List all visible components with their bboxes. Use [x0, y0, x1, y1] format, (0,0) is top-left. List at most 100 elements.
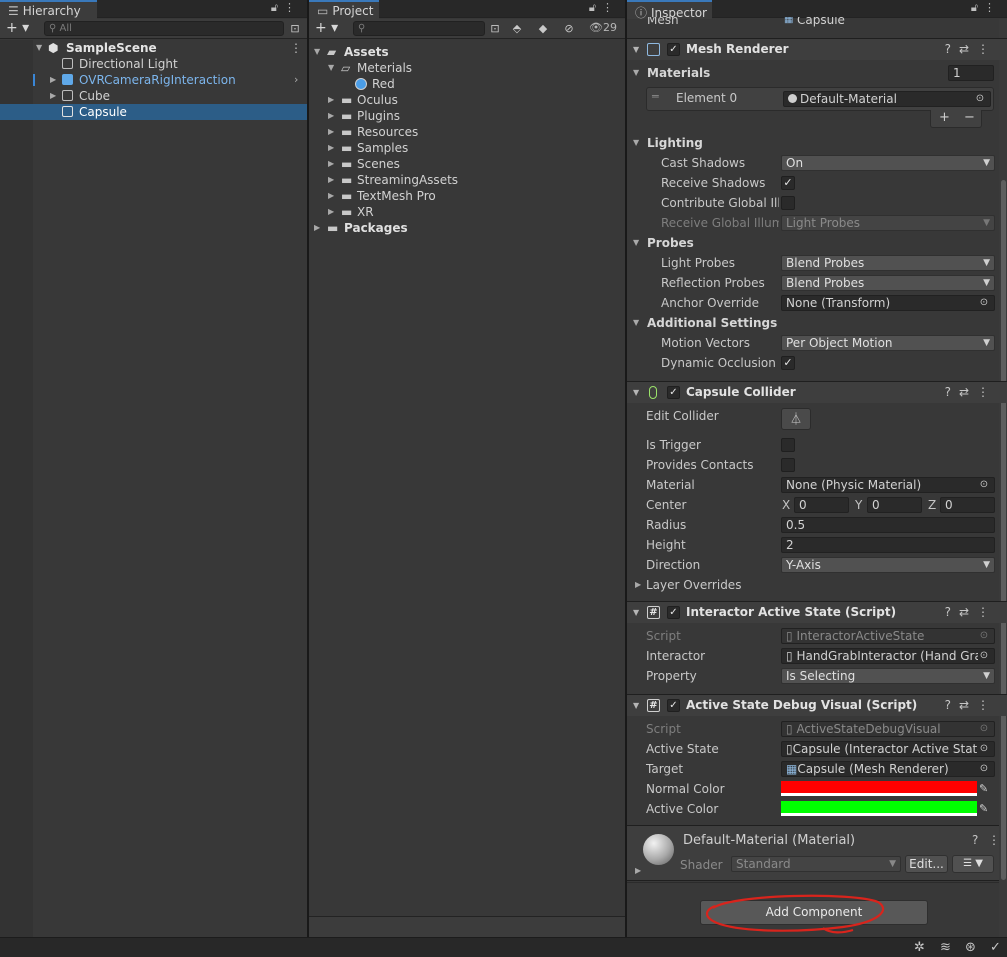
- capsule-collider-header[interactable]: ▼ ✓ Capsule Collider ?⇄⋮: [627, 381, 1007, 403]
- folder-row[interactable]: ▶ ▬ Samples: [309, 140, 625, 156]
- expand-arrow-icon[interactable]: ▶: [50, 72, 56, 88]
- component-tools[interactable]: ?⇄⋮: [945, 695, 997, 716]
- presets-icon[interactable]: ⇄: [959, 42, 977, 56]
- create-button[interactable]: + ▾: [6, 20, 29, 36]
- scene-row[interactable]: ▼ ⬢ SampleScene ⋮: [0, 40, 307, 56]
- object-picker-icon[interactable]: ⊙: [978, 762, 990, 776]
- center-y-field[interactable]: 0: [867, 497, 922, 513]
- collapse-arrow-icon[interactable]: ▼: [633, 39, 639, 60]
- collapse-arrow-icon[interactable]: ▼: [633, 602, 639, 623]
- anchor-override-field[interactable]: None (Transform) ⊙: [781, 295, 995, 311]
- collapse-arrow-icon[interactable]: ▼: [633, 382, 639, 403]
- expand-arrow-icon[interactable]: ▶: [314, 220, 320, 236]
- hierarchy-tab-tools[interactable]: 🔓︎⋮: [271, 1, 301, 15]
- lock-icon[interactable]: 🔓︎: [971, 1, 984, 14]
- property-dropdown[interactable]: Is Selecting ▼: [781, 668, 995, 684]
- remove-element-button[interactable]: −: [964, 110, 975, 125]
- provides-contacts-checkbox[interactable]: [781, 458, 795, 472]
- layers-icon[interactable]: ≋: [940, 940, 951, 955]
- interactor-active-state-enabled-checkbox[interactable]: ✓: [667, 606, 680, 619]
- shader-dropdown[interactable]: Standard ▼: [731, 856, 901, 872]
- debug-visual-header[interactable]: ▼ # ✓ Active State Debug Visual (Script)…: [627, 694, 1007, 716]
- expand-arrow-icon[interactable]: ▶: [328, 172, 334, 188]
- expand-arrow-icon[interactable]: ▼: [314, 44, 320, 60]
- hierarchy-item[interactable]: Directional Light: [0, 56, 307, 72]
- more-icon[interactable]: ⋮: [602, 1, 619, 14]
- folder-row[interactable]: ▶ ▬ XR: [309, 204, 625, 220]
- object-picker-icon[interactable]: ⊙: [974, 92, 986, 106]
- object-picker-icon[interactable]: ⊙: [978, 649, 990, 663]
- hierarchy-item[interactable]: ▶ OVRCameraRigInteraction ›: [0, 72, 307, 88]
- expand-arrow-icon[interactable]: ▶: [635, 575, 641, 595]
- inspector-tab-tools[interactable]: 🔓︎⋮: [971, 1, 1001, 15]
- expand-arrow-icon[interactable]: ▶: [328, 108, 334, 124]
- more-icon[interactable]: ⋮: [284, 1, 301, 14]
- expand-arrow-icon[interactable]: ▶: [635, 866, 641, 875]
- check-circle-icon[interactable]: ✓: [990, 940, 1001, 955]
- receive-shadows-checkbox[interactable]: ✓: [781, 176, 795, 190]
- interactor-active-state-header[interactable]: ▼ # ✓ Interactor Active State (Script) ?…: [627, 601, 1007, 623]
- direction-dropdown[interactable]: Y-Axis ▼: [781, 557, 995, 573]
- lock-icon[interactable]: 🔓︎: [589, 1, 602, 14]
- help-icon[interactable]: ?: [945, 698, 959, 712]
- active-state-field[interactable]: ▯Capsule (Interactor Active State ⊙: [781, 741, 995, 757]
- more-icon[interactable]: ⋮: [984, 1, 1001, 14]
- hidden-packages-eye-icon[interactable]: 👁︎29: [589, 21, 617, 34]
- reflection-probes-dropdown[interactable]: Blend Probes ▼: [781, 275, 995, 291]
- lock-icon[interactable]: 🔓︎: [271, 1, 284, 14]
- shader-edit-button[interactable]: Edit...: [905, 855, 948, 873]
- center-z-field[interactable]: 0: [940, 497, 995, 513]
- contribute-gi-checkbox[interactable]: [781, 196, 795, 210]
- expand-arrow-icon[interactable]: ▼: [36, 40, 42, 56]
- folder-row[interactable]: ▶ ▬ Oculus: [309, 92, 625, 108]
- debug-visual-enabled-checkbox[interactable]: ✓: [667, 699, 680, 712]
- warning-icon[interactable]: ⊘: [561, 21, 577, 36]
- folder-row-assets[interactable]: ▼ ▰ Assets: [309, 44, 625, 60]
- material-help-icon[interactable]: ?: [972, 833, 978, 847]
- light-probes-dropdown[interactable]: Blend Probes ▼: [781, 255, 995, 271]
- more-icon[interactable]: ⋮: [977, 605, 997, 619]
- eyedropper-icon[interactable]: ✎: [979, 799, 988, 819]
- edit-collider-button[interactable]: ⏃: [781, 408, 811, 430]
- more-icon[interactable]: ⋮: [977, 698, 997, 712]
- component-tools[interactable]: ?⇄⋮: [945, 382, 997, 403]
- expand-arrow-icon[interactable]: ▼: [633, 63, 639, 83]
- asset-row-red[interactable]: Red: [309, 76, 625, 92]
- tab-hierarchy[interactable]: ☰ Hierarchy: [0, 0, 97, 19]
- element-0-field[interactable]: Default-Material ⊙: [783, 91, 991, 107]
- component-tools[interactable]: ?⇄⋮: [945, 39, 997, 60]
- expand-arrow-icon[interactable]: ▶: [328, 204, 334, 220]
- dynamic-occlusion-checkbox[interactable]: ✓: [781, 356, 795, 370]
- help-icon[interactable]: ?: [945, 385, 959, 399]
- normal-color-swatch[interactable]: [781, 781, 977, 796]
- expand-arrow-icon[interactable]: ▼: [328, 60, 334, 76]
- folder-row[interactable]: ▶ ▬ TextMesh Pro: [309, 188, 625, 204]
- tab-project[interactable]: ▭ Project: [309, 0, 379, 19]
- hierarchy-item-selected[interactable]: Capsule: [0, 104, 307, 120]
- folder-row[interactable]: ▶ ▬ Scenes: [309, 156, 625, 172]
- expand-arrow-icon[interactable]: ▼: [633, 133, 639, 153]
- active-color-swatch[interactable]: [781, 801, 977, 816]
- shader-options-button[interactable]: ☰ ▼: [952, 855, 994, 873]
- collider-material-field[interactable]: None (Physic Material) ⊙: [781, 477, 995, 493]
- expand-arrow-icon[interactable]: ▶: [328, 92, 334, 108]
- expand-arrow-icon[interactable]: ▶: [328, 140, 334, 156]
- layer-overrides-row[interactable]: ▶ Layer Overrides: [627, 575, 1007, 595]
- presets-icon[interactable]: ⇄: [959, 385, 977, 399]
- capsule-collider-enabled-checkbox[interactable]: ✓: [667, 386, 680, 399]
- more-icon[interactable]: ⋮: [977, 42, 997, 56]
- center-x-field[interactable]: 0: [794, 497, 849, 513]
- height-field[interactable]: 2: [781, 537, 995, 553]
- target-field[interactable]: ▦Capsule (Mesh Renderer) ⊙: [781, 761, 995, 777]
- hierarchy-search-input[interactable]: ⚲ All: [44, 21, 284, 36]
- help-icon[interactable]: ?: [945, 605, 959, 619]
- folder-row-meterials[interactable]: ▼ ▱ Meterials: [309, 60, 625, 76]
- mesh-value[interactable]: Capsule: [797, 17, 845, 27]
- mesh-renderer-header[interactable]: ▼ ✓ Mesh Renderer ?⇄⋮: [627, 38, 1007, 60]
- motion-vectors-dropdown[interactable]: Per Object Motion ▼: [781, 335, 995, 351]
- help-icon[interactable]: ?: [945, 42, 959, 56]
- presets-icon[interactable]: ⇄: [959, 698, 977, 712]
- project-search-input[interactable]: ⚲: [353, 21, 485, 36]
- object-picker-icon[interactable]: ⊙: [978, 296, 990, 310]
- presets-icon[interactable]: ⇄: [959, 605, 977, 619]
